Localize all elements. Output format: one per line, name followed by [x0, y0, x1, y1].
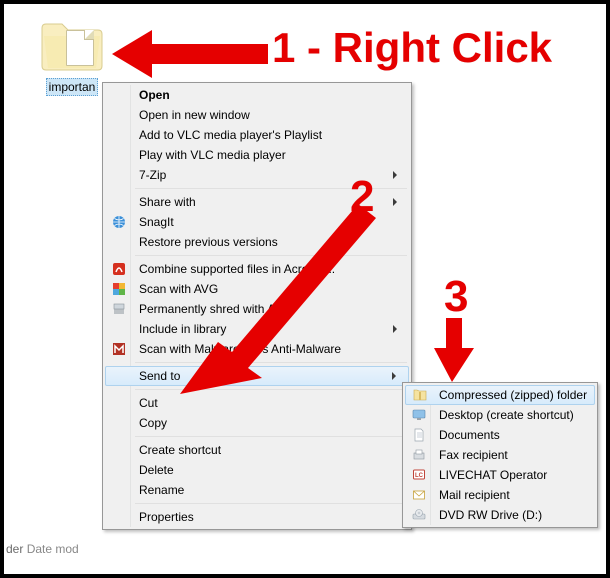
menu-item-open[interactable]: Open — [105, 85, 409, 105]
explorer-content-pane[interactable]: importan der Date mod Open Open in new w… — [4, 4, 606, 574]
menu-item-label: Play with VLC media player — [139, 148, 286, 162]
menu-item-label: Combine supported files in Acrobat... — [139, 262, 335, 276]
status-prefix: der — [6, 542, 23, 556]
menu-item-create-shortcut[interactable]: Create shortcut — [105, 440, 409, 460]
menu-item-avg-scan[interactable]: Scan with AVG — [105, 279, 409, 299]
menu-item-label: Properties — [139, 510, 194, 524]
menu-item-label: Open — [139, 88, 170, 102]
document-overlay-icon — [66, 30, 94, 66]
menu-item-delete[interactable]: Delete — [105, 460, 409, 480]
menu-item-label: SnagIt — [139, 215, 174, 229]
menu-item-rename[interactable]: Rename — [105, 480, 409, 500]
menu-item-restore-versions[interactable]: Restore previous versions — [105, 232, 409, 252]
menu-item-label: Permanently shred with AVG — [139, 302, 292, 316]
menu-item-acrobat-combine[interactable]: Combine supported files in Acrobat... — [105, 259, 409, 279]
menu-item-label: Add to VLC media player's Playlist — [139, 128, 322, 142]
menu-item-label: Create shortcut — [139, 443, 221, 457]
menu-item-label: Scan with AVG — [139, 282, 218, 296]
fax-icon — [411, 447, 427, 463]
svg-text:LC: LC — [415, 473, 424, 479]
folder-label: importan — [46, 78, 99, 96]
menu-item-label: Compressed (zipped) folder — [439, 388, 587, 402]
submenu-item-fax-recipient[interactable]: Fax recipient — [405, 445, 595, 465]
menu-item-label: Copy — [139, 416, 167, 430]
submenu-item-mail-recipient[interactable]: Mail recipient — [405, 485, 595, 505]
menu-item-label: 7-Zip — [139, 168, 166, 182]
menu-item-label: Desktop (create shortcut) — [439, 408, 574, 422]
livechat-icon: LC — [411, 467, 427, 483]
submenu-item-desktop-shortcut[interactable]: Desktop (create shortcut) — [405, 405, 595, 425]
document-icon — [411, 427, 427, 443]
context-menu-list: Open Open in new window Add to VLC media… — [105, 85, 409, 527]
annotation-step-1: 1 - Right Click — [272, 24, 552, 72]
menu-item-label: Restore previous versions — [139, 235, 278, 249]
menu-item-vlc-playlist[interactable]: Add to VLC media player's Playlist — [105, 125, 409, 145]
menu-item-label: Share with — [139, 195, 196, 209]
status-label: Date mod — [27, 542, 79, 556]
dvd-drive-icon — [411, 507, 427, 523]
submenu-item-livechat[interactable]: LC LIVECHAT Operator — [405, 465, 595, 485]
submenu-item-compressed-folder[interactable]: Compressed (zipped) folder — [405, 385, 595, 405]
menu-item-label: Delete — [139, 463, 174, 477]
menu-item-label: Cut — [139, 396, 158, 410]
submenu-list: Compressed (zipped) folder Desktop (crea… — [405, 385, 595, 525]
zip-folder-icon — [412, 387, 428, 403]
explorer-window: importan der Date mod Open Open in new w… — [4, 4, 606, 574]
submenu-item-documents[interactable]: Documents — [405, 425, 595, 445]
folder-item[interactable]: importan — [32, 20, 112, 96]
desktop-icon — [411, 407, 427, 423]
menu-item-properties[interactable]: Properties — [105, 507, 409, 527]
menu-item-label: Rename — [139, 483, 184, 497]
menu-item-label: Open in new window — [139, 108, 250, 122]
status-bar-fragment: der Date mod — [6, 542, 83, 556]
annotation-step-2: 2 — [350, 172, 374, 222]
menu-item-vlc-play[interactable]: Play with VLC media player — [105, 145, 409, 165]
menu-item-label: Mail recipient — [439, 488, 510, 502]
menu-item-label: DVD RW Drive (D:) — [439, 508, 542, 522]
menu-item-send-to[interactable]: Send to — [105, 366, 409, 386]
avg-icon — [111, 281, 127, 297]
menu-separator — [135, 389, 407, 390]
menu-item-malwarebytes[interactable]: Scan with Malwarebytes Anti-Malware — [105, 339, 409, 359]
menu-item-include-library[interactable]: Include in library — [105, 319, 409, 339]
acrobat-icon — [111, 261, 127, 277]
menu-separator — [135, 255, 407, 256]
menu-item-label: Fax recipient — [439, 448, 508, 462]
shred-icon — [111, 301, 127, 317]
menu-item-label: Include in library — [139, 322, 226, 336]
menu-item-cut[interactable]: Cut — [105, 393, 409, 413]
menu-item-label: Send to — [139, 369, 180, 383]
menu-separator — [135, 436, 407, 437]
menu-separator — [135, 362, 407, 363]
annotation-step-3: 3 — [444, 272, 468, 322]
menu-item-label: Documents — [439, 428, 500, 442]
menu-item-avg-shred[interactable]: Permanently shred with AVG — [105, 299, 409, 319]
menu-item-label: Scan with Malwarebytes Anti-Malware — [139, 342, 341, 356]
submenu-item-dvd-drive[interactable]: DVD RW Drive (D:) — [405, 505, 595, 525]
menu-item-copy[interactable]: Copy — [105, 413, 409, 433]
menu-separator — [135, 503, 407, 504]
context-menu[interactable]: Open Open in new window Add to VLC media… — [102, 82, 412, 530]
snagit-icon — [111, 214, 127, 230]
menu-item-open-new-window[interactable]: Open in new window — [105, 105, 409, 125]
mail-icon — [411, 487, 427, 503]
malwarebytes-icon — [111, 341, 127, 357]
menu-item-label: LIVECHAT Operator — [439, 468, 547, 482]
send-to-submenu[interactable]: Compressed (zipped) folder Desktop (crea… — [402, 382, 598, 528]
